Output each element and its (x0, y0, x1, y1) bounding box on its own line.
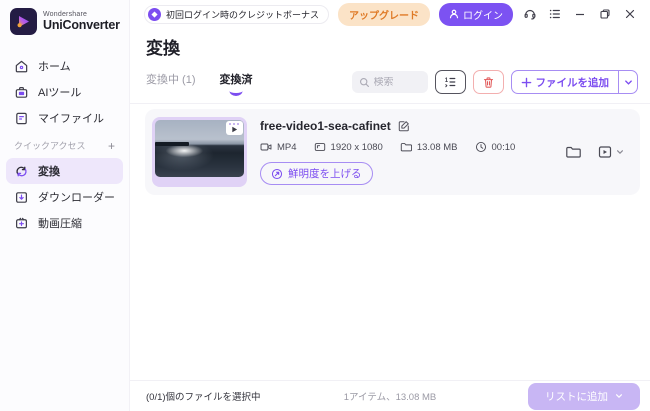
file-title-row: free-video1-sea-cafinet (260, 119, 565, 133)
rename-icon[interactable] (398, 120, 410, 132)
restore-window-icon[interactable] (597, 6, 613, 22)
compress-icon (14, 216, 29, 231)
quick-access-label: クイックアクセス (14, 139, 86, 152)
resolution-icon (314, 141, 326, 153)
add-files-button[interactable]: ファイルを追加 (512, 71, 619, 93)
meta-resolution: 1920 x 1080 (314, 141, 383, 153)
file-info: free-video1-sea-cafinet MP4 (260, 119, 565, 185)
download-icon (14, 190, 29, 205)
meta-size-value: 13.08 MB (417, 142, 458, 153)
toolbar-divider (130, 103, 650, 104)
sidebar-nav: ホーム AIツール マイファイル クイックアクセス + (0, 45, 129, 236)
meta-duration: 00:10 (475, 141, 516, 153)
brand-text: Wondershare UniConverter (43, 11, 120, 32)
sidebar-item-convert[interactable]: 変換 (6, 158, 123, 184)
uniconverter-logo-icon (10, 8, 37, 35)
gem-icon (148, 8, 161, 21)
home-icon (14, 59, 29, 74)
main-area: 初回ログイン時のクレジットボーナス アップグレード ログイン (130, 0, 650, 411)
add-files-split-button: ファイルを追加 (511, 70, 639, 94)
meta-format: MP4 (260, 141, 297, 153)
add-files-dropdown-button[interactable] (618, 71, 637, 93)
app-window: Wondershare UniConverter ホーム AIツール (0, 0, 650, 411)
open-folder-icon[interactable] (565, 144, 581, 160)
quick-access-section: クイックアクセス + (0, 131, 129, 158)
delete-button[interactable] (473, 70, 504, 94)
meta-duration-value: 00:10 (492, 142, 516, 153)
add-files-label: ファイルを追加 (536, 75, 610, 90)
sidebar-item-label: マイファイル (38, 110, 104, 126)
quick-access-add-icon[interactable]: + (108, 140, 115, 152)
chevron-down-icon (616, 148, 624, 156)
file-card-actions (565, 144, 624, 160)
sort-order-button[interactable]: 1 (435, 70, 466, 94)
video-camera-icon (260, 141, 272, 153)
credit-bonus-badge[interactable]: 初回ログイン時のクレジットボーナス (144, 5, 329, 24)
credit-bonus-label: 初回ログイン時のクレジットボーナス (166, 8, 319, 21)
toolbar: 変換中 (1) 変換済 1 (146, 70, 638, 94)
titlebar: 初回ログイン時のクレジットボーナス アップグレード ログイン (130, 0, 650, 28)
numbered-list-icon: 1 (443, 75, 457, 89)
support-headset-icon[interactable] (522, 6, 538, 22)
tab-converted[interactable]: 変換済 (220, 71, 253, 93)
login-label: ログイン (463, 7, 503, 22)
chevron-down-icon (615, 392, 623, 400)
output-preview-icon (597, 144, 613, 160)
file-card[interactable]: free-video1-sea-cafinet MP4 (145, 109, 640, 195)
convert-icon (14, 164, 29, 179)
ai-toolbox-icon (14, 85, 29, 100)
close-icon[interactable] (622, 6, 638, 22)
search-icon (359, 77, 370, 88)
add-to-list-button[interactable]: リストに追加 (528, 383, 640, 410)
sidebar-item-my-files[interactable]: マイファイル (6, 105, 123, 131)
sidebar-item-label: ダウンローダー (38, 189, 115, 205)
trash-icon (482, 76, 495, 89)
person-icon (449, 9, 459, 19)
tabs: 変換中 (1) 変換済 (146, 71, 253, 93)
sidebar-item-video-compress[interactable]: 動画圧縮 (6, 210, 123, 236)
chevron-down-icon (624, 78, 633, 87)
sidebar-item-downloader[interactable]: ダウンローダー (6, 184, 123, 210)
sidebar-item-home[interactable]: ホーム (6, 53, 123, 79)
meta-format-value: MP4 (277, 142, 297, 153)
folder-small-icon (400, 141, 412, 153)
enhance-clarity-button[interactable]: 鮮明度を上げる (260, 162, 373, 185)
add-to-list-label: リストに追加 (545, 389, 608, 404)
sidebar: Wondershare UniConverter ホーム AIツール (0, 0, 130, 411)
enhance-icon (271, 168, 283, 180)
output-preview-control[interactable] (597, 144, 624, 160)
brand: Wondershare UniConverter (0, 0, 129, 45)
video-thumbnail[interactable] (152, 117, 247, 187)
minimize-icon[interactable] (572, 6, 588, 22)
file-name: free-video1-sea-cafinet (260, 119, 391, 133)
play-badge-icon[interactable] (226, 121, 243, 135)
selection-status: (0/1)個のファイルを選択中 (146, 389, 261, 403)
search-box[interactable] (352, 71, 428, 93)
upgrade-button[interactable]: アップグレード (338, 3, 430, 26)
clock-icon (475, 141, 487, 153)
brand-company: Wondershare (43, 11, 120, 18)
task-list-menu-icon[interactable] (547, 6, 563, 22)
sidebar-item-label: 変換 (38, 163, 60, 179)
sidebar-item-label: AIツール (38, 84, 81, 100)
sidebar-item-ai-tools[interactable]: AIツール (6, 79, 123, 105)
plus-icon (521, 77, 532, 88)
meta-size: 13.08 MB (400, 141, 458, 153)
file-icon (14, 111, 29, 126)
toolbar-right: 1 ファイルを追加 (352, 70, 639, 94)
svg-text:1: 1 (445, 77, 449, 84)
file-meta-row: MP4 1920 x 1080 13.08 MB (260, 141, 565, 153)
login-button[interactable]: ログイン (439, 3, 513, 26)
brand-product: UniConverter (43, 18, 120, 32)
footer-bar: (0/1)個のファイルを選択中 1アイテム、13.08 MB リストに追加 (130, 380, 650, 411)
sidebar-item-label: 動画圧縮 (38, 215, 82, 231)
enhance-label: 鮮明度を上げる (288, 166, 362, 181)
sidebar-item-label: ホーム (38, 58, 71, 74)
tab-converting[interactable]: 変換中 (1) (146, 71, 196, 93)
search-input[interactable] (374, 77, 420, 88)
meta-resolution-value: 1920 x 1080 (331, 142, 383, 153)
page-title: 変換 (146, 34, 650, 59)
